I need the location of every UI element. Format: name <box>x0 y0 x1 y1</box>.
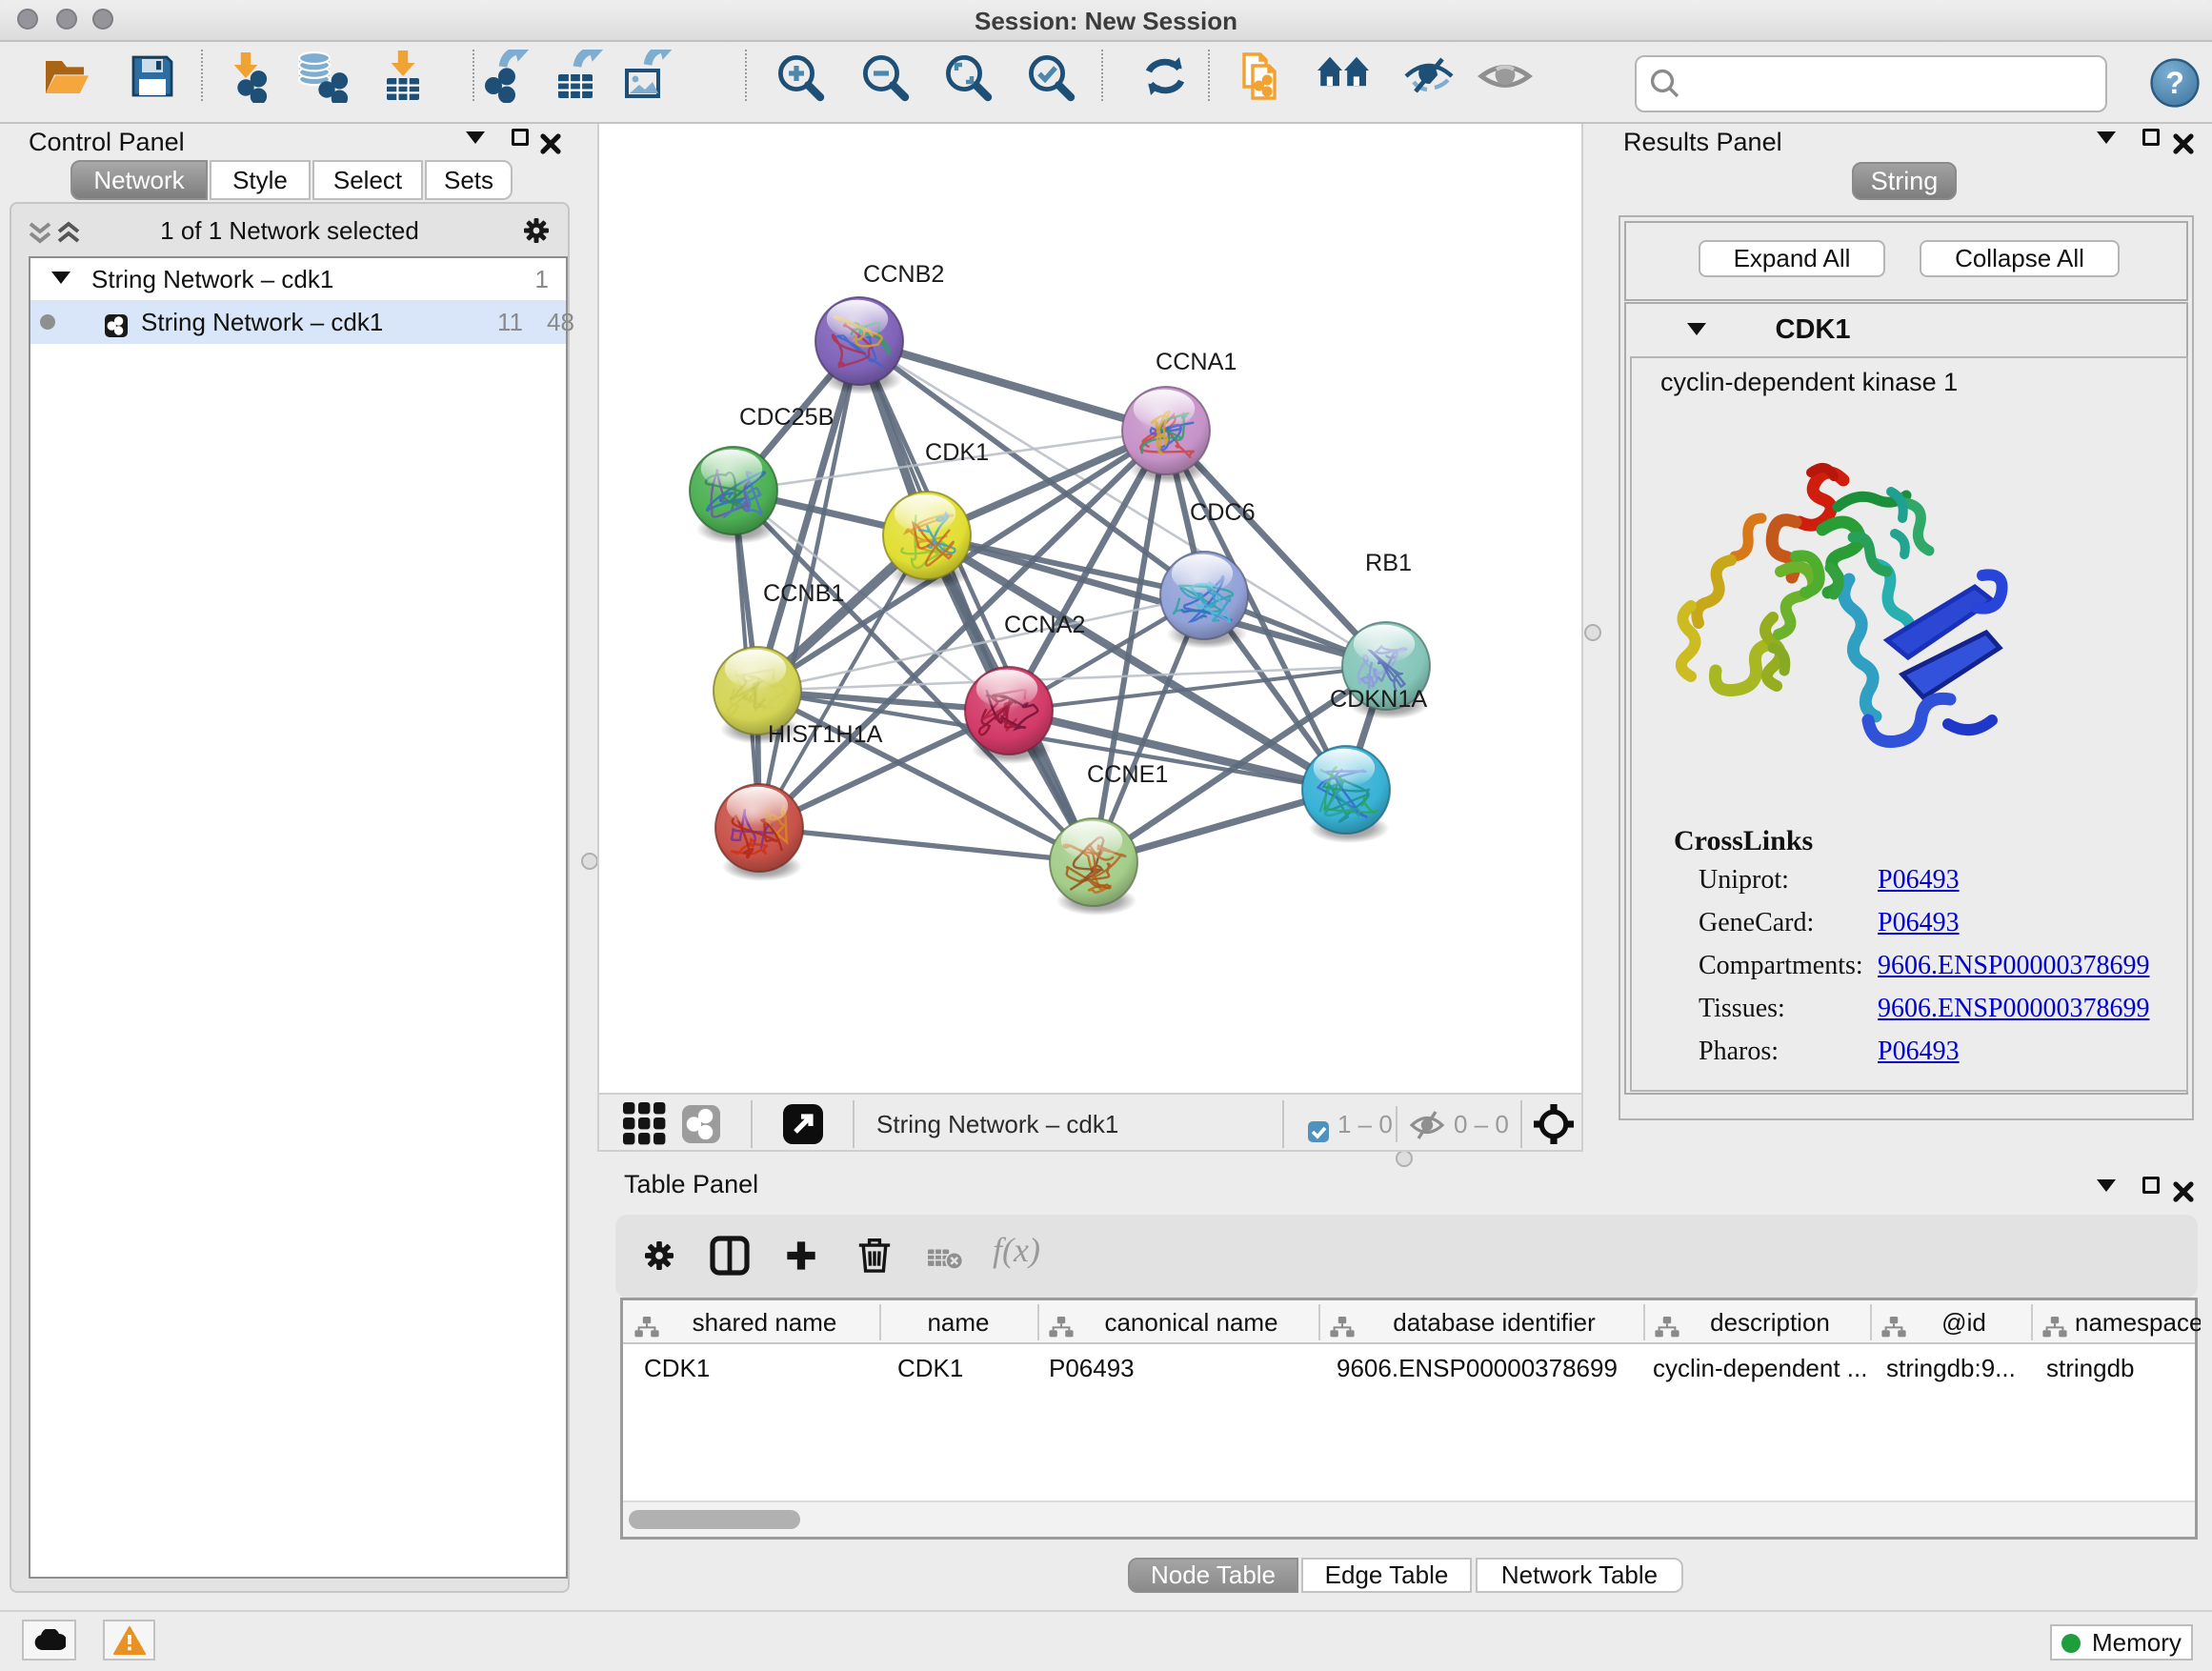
svg-text:CDC25B: CDC25B <box>739 404 834 431</box>
svg-text:CCNB1: CCNB1 <box>763 580 844 607</box>
svg-text:RB1: RB1 <box>1365 550 1412 576</box>
svg-text:CCNE1: CCNE1 <box>1087 761 1168 788</box>
svg-text:CCNB2: CCNB2 <box>863 261 944 288</box>
svg-text:CCNA1: CCNA1 <box>1156 349 1237 375</box>
svg-text:CCNA2: CCNA2 <box>1004 612 1085 638</box>
svg-text:?: ? <box>2165 66 2184 100</box>
svg-text:HIST1H1A: HIST1H1A <box>768 721 883 748</box>
svg-text:CDC6: CDC6 <box>1190 499 1256 526</box>
svg-text:CDKN1A: CDKN1A <box>1330 686 1427 713</box>
svg-text:CDK1: CDK1 <box>925 439 989 466</box>
